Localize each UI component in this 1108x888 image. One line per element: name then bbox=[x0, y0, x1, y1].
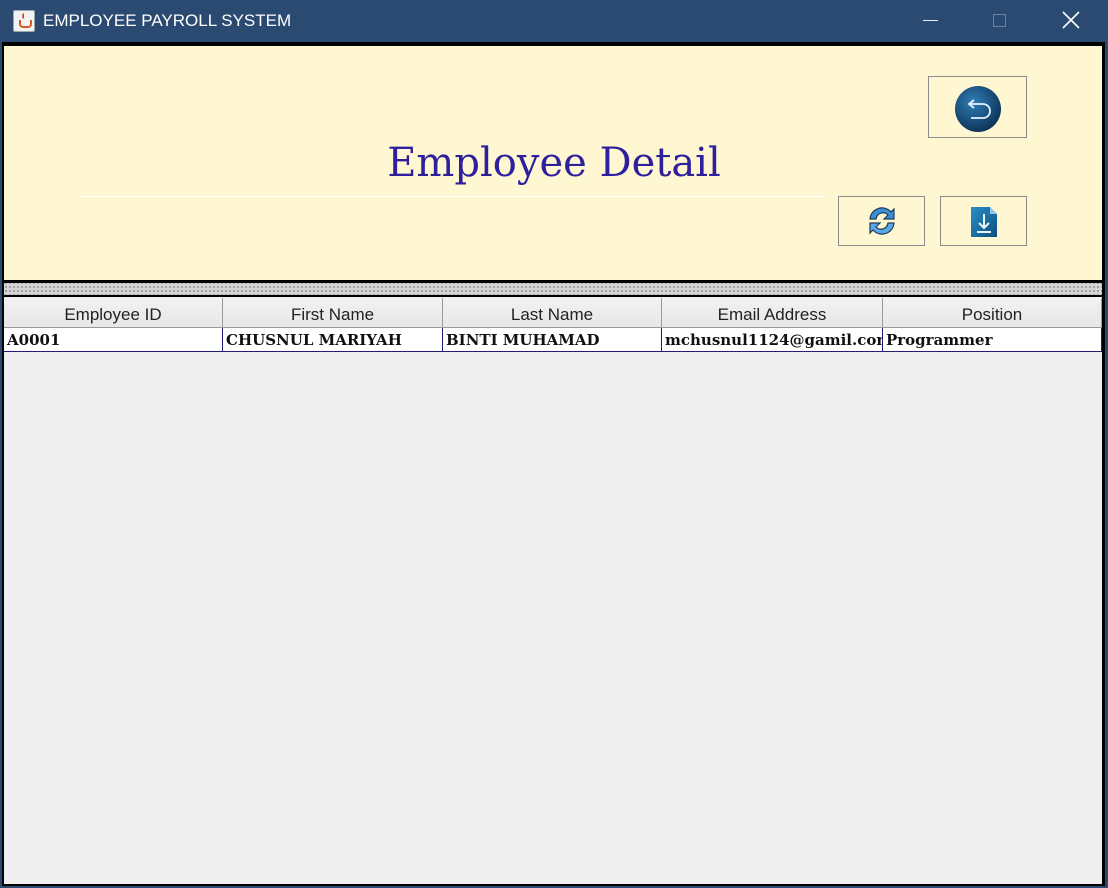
cell-position[interactable]: Programmer bbox=[883, 328, 1102, 352]
java-cup-icon bbox=[13, 10, 35, 32]
minimize-button[interactable] bbox=[899, 0, 961, 42]
close-icon bbox=[1062, 11, 1080, 29]
table-viewport bbox=[4, 297, 1102, 884]
download-document-icon bbox=[971, 207, 997, 237]
window-title: EMPLOYEE PAYROLL SYSTEM bbox=[43, 11, 292, 30]
table-header: Employee ID First Name Last Name Email A… bbox=[4, 298, 1102, 328]
cell-email-address[interactable]: mchusnul1124@gamil.com bbox=[662, 328, 883, 352]
back-arrow-icon bbox=[955, 86, 1001, 132]
column-header-position[interactable]: Position bbox=[883, 298, 1102, 328]
refresh-icon bbox=[869, 207, 895, 235]
export-button[interactable] bbox=[940, 196, 1027, 246]
title-underline bbox=[79, 196, 824, 197]
page-title: Employee Detail bbox=[387, 140, 721, 186]
cell-last-name[interactable]: BINTI MUHAMAD bbox=[443, 328, 662, 352]
application-window: EMPLOYEE PAYROLL SYSTEM Employee Detail bbox=[0, 0, 1108, 888]
title-bar[interactable]: EMPLOYEE PAYROLL SYSTEM bbox=[0, 0, 1108, 42]
column-header-first-name[interactable]: First Name bbox=[223, 298, 443, 328]
back-button[interactable] bbox=[928, 76, 1027, 138]
cell-employee-id[interactable]: A0001 bbox=[4, 328, 223, 352]
cell-first-name[interactable]: CHUSNUL MARIYAH bbox=[223, 328, 443, 352]
maximize-button[interactable] bbox=[968, 0, 1030, 42]
refresh-button[interactable] bbox=[838, 196, 925, 246]
column-header-employee-id[interactable]: Employee ID bbox=[4, 298, 223, 328]
split-pane-divider[interactable] bbox=[4, 283, 1102, 295]
close-button[interactable] bbox=[1040, 0, 1102, 42]
column-header-last-name[interactable]: Last Name bbox=[443, 298, 662, 328]
table-row[interactable]: A0001 CHUSNUL MARIYAH BINTI MUHAMAD mchu… bbox=[4, 328, 1102, 352]
column-header-email-address[interactable]: Email Address bbox=[662, 298, 883, 328]
